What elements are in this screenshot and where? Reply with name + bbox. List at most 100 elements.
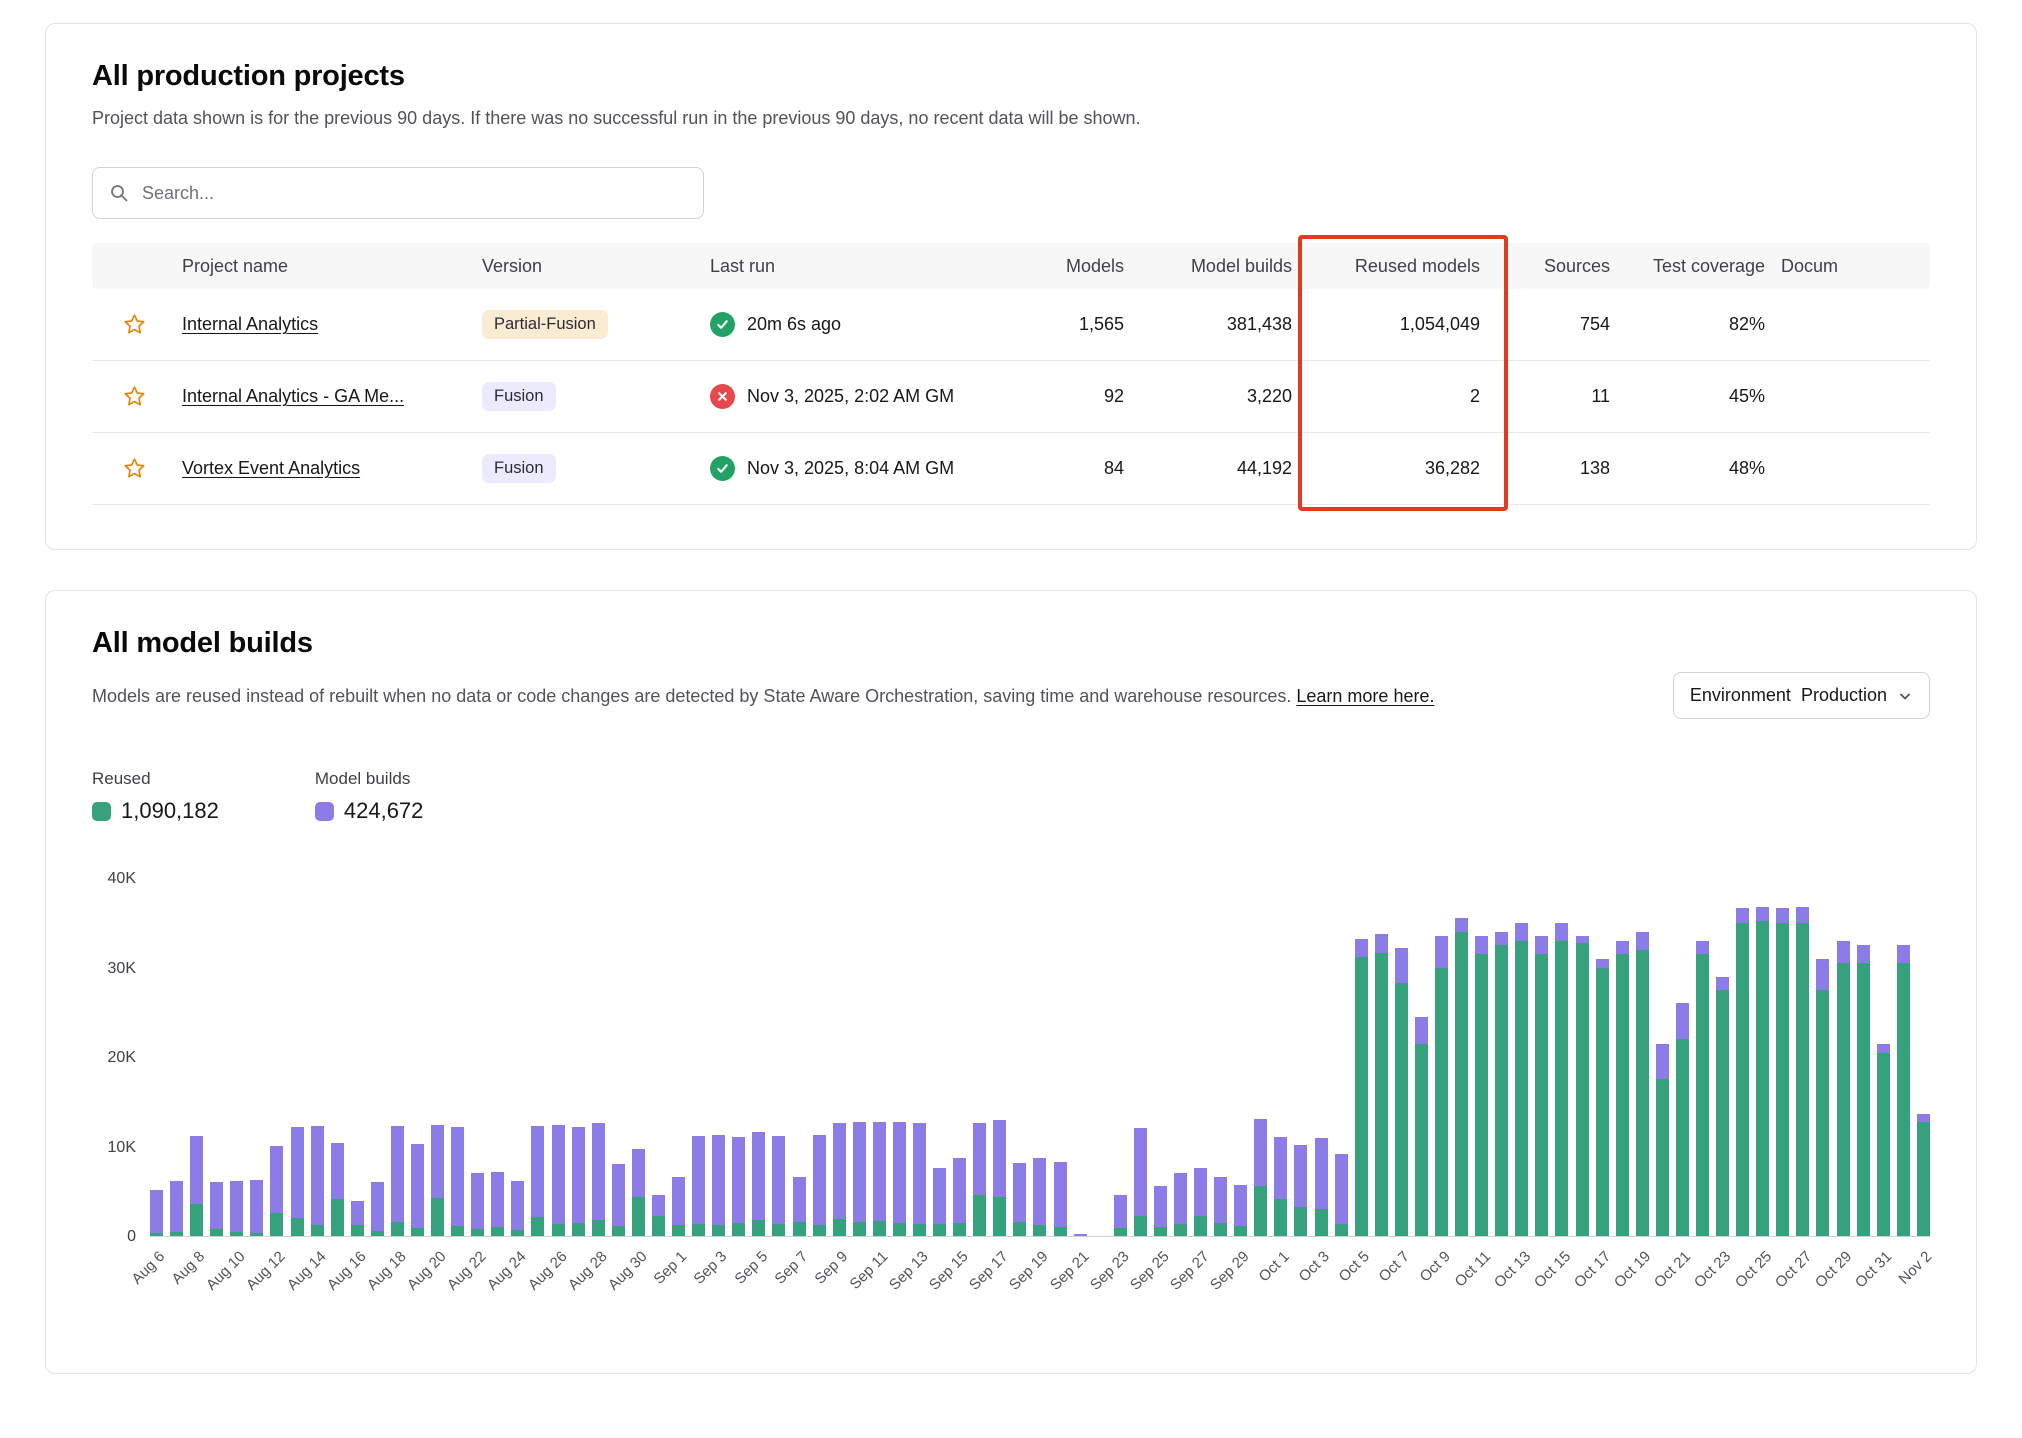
x-tick-label: Nov 2 bbox=[1896, 1248, 1936, 1288]
model-builds-segment bbox=[1174, 1173, 1187, 1225]
chart-y-axis: 010K20K30K40K bbox=[92, 879, 150, 1237]
x-tick-label: Aug 18 bbox=[364, 1248, 410, 1294]
reused-segment bbox=[1696, 954, 1709, 1236]
reused-segment bbox=[1837, 963, 1850, 1236]
model-builds-segment bbox=[1194, 1168, 1207, 1216]
reused-segment bbox=[371, 1231, 384, 1236]
reused-segment bbox=[1315, 1209, 1328, 1236]
bar-oct-27: Oct 27 bbox=[1796, 879, 1809, 1236]
last-run-cell: Nov 3, 2025, 2:02 AM GM bbox=[704, 384, 1014, 409]
y-tick-label: 40K bbox=[108, 870, 136, 888]
success-status-icon bbox=[710, 312, 735, 337]
col-model-builds: Model builds bbox=[1134, 256, 1302, 277]
reused-segment bbox=[692, 1224, 705, 1237]
model-builds-segment bbox=[1816, 959, 1829, 990]
bar-sep-12 bbox=[893, 879, 906, 1236]
bar-sep-27: Sep 27 bbox=[1194, 879, 1207, 1236]
version-cell: Fusion bbox=[476, 382, 704, 411]
reused-segment bbox=[1616, 954, 1629, 1236]
models-count: 1,565 bbox=[1014, 314, 1134, 335]
project-name-cell: Internal Analytics bbox=[176, 314, 476, 335]
search-input[interactable] bbox=[140, 182, 687, 205]
reused-segment bbox=[291, 1218, 304, 1236]
favorite-star[interactable] bbox=[92, 384, 176, 409]
reused-segment bbox=[170, 1232, 183, 1236]
bar-oct-12 bbox=[1495, 879, 1508, 1236]
bar-oct-24 bbox=[1736, 879, 1749, 1236]
sources-count: 138 bbox=[1490, 458, 1620, 479]
model-builds-segment bbox=[1616, 941, 1629, 954]
project-search[interactable] bbox=[92, 167, 704, 219]
model-builds-segment bbox=[531, 1126, 544, 1217]
x-tick-label: Sep 15 bbox=[926, 1248, 972, 1294]
learn-more-link[interactable]: Learn more here. bbox=[1296, 686, 1434, 706]
model-builds-count: 3,220 bbox=[1134, 386, 1302, 407]
star-icon[interactable] bbox=[122, 456, 147, 481]
search-icon bbox=[109, 183, 129, 203]
model-builds-segment bbox=[1033, 1158, 1046, 1225]
reused-segment bbox=[210, 1229, 223, 1236]
bar-oct-16 bbox=[1576, 879, 1589, 1236]
model-builds-segment bbox=[1596, 959, 1609, 968]
reused-segment bbox=[1274, 1199, 1287, 1236]
star-icon[interactable] bbox=[122, 312, 147, 337]
bar-sep-30 bbox=[1254, 879, 1267, 1236]
reused-segment bbox=[1214, 1223, 1227, 1236]
reused-segment bbox=[1455, 932, 1468, 1236]
reused-segment bbox=[552, 1224, 565, 1236]
reused-segment bbox=[732, 1223, 745, 1236]
x-tick-label: Sep 27 bbox=[1167, 1248, 1213, 1294]
bar-nov-2: Nov 2 bbox=[1917, 879, 1930, 1236]
model-builds-count: 44,192 bbox=[1134, 458, 1302, 479]
favorite-star[interactable] bbox=[92, 312, 176, 337]
builds-card-subtitle: Models are reused instead of rebuilt whe… bbox=[92, 683, 1434, 709]
model-builds-segment bbox=[632, 1149, 645, 1196]
reused-segment bbox=[1736, 923, 1749, 1236]
bar-oct-29: Oct 29 bbox=[1837, 879, 1850, 1236]
model-builds-segment bbox=[250, 1180, 263, 1233]
model-builds-segment bbox=[331, 1143, 344, 1198]
legend-builds-value: 424,672 bbox=[344, 798, 424, 824]
model-builds-segment bbox=[913, 1123, 926, 1223]
model-builds-count: 381,438 bbox=[1134, 314, 1302, 335]
model-builds-segment bbox=[1435, 936, 1448, 967]
reused-segment bbox=[1395, 983, 1408, 1236]
bar-oct-3: Oct 3 bbox=[1315, 879, 1328, 1236]
col-project-name: Project name bbox=[176, 256, 476, 277]
bar-sep-11: Sep 11 bbox=[873, 879, 886, 1236]
reused-segment bbox=[1234, 1226, 1247, 1236]
model-builds-segment bbox=[552, 1125, 565, 1224]
model-builds-segment bbox=[1736, 908, 1749, 923]
reused-segment bbox=[1294, 1207, 1307, 1237]
bar-oct-22 bbox=[1696, 879, 1709, 1236]
model-builds-segment bbox=[1636, 932, 1649, 950]
environment-dropdown[interactable]: Environment Production bbox=[1673, 672, 1930, 719]
model-builds-segment bbox=[190, 1136, 203, 1204]
reused-segment bbox=[471, 1229, 484, 1236]
model-builds-segment bbox=[1355, 939, 1368, 957]
x-tick-label: Sep 29 bbox=[1207, 1248, 1253, 1294]
favorite-star[interactable] bbox=[92, 456, 176, 481]
col-last-run: Last run bbox=[704, 256, 1014, 277]
project-link[interactable]: Internal Analytics bbox=[182, 314, 318, 334]
col-sources: Sources bbox=[1490, 256, 1620, 277]
bar-oct-4 bbox=[1335, 879, 1348, 1236]
model-builds-segment bbox=[291, 1127, 304, 1218]
bar-sep-2 bbox=[692, 879, 705, 1236]
model-builds-segment bbox=[672, 1177, 685, 1225]
bar-sep-25: Sep 25 bbox=[1154, 879, 1167, 1236]
bar-aug-29 bbox=[612, 879, 625, 1236]
star-icon[interactable] bbox=[122, 384, 147, 409]
bar-aug-8: Aug 8 bbox=[190, 879, 203, 1236]
reused-segment bbox=[1355, 957, 1368, 1236]
reused-segment bbox=[1013, 1222, 1026, 1236]
reused-segment bbox=[1776, 923, 1789, 1236]
x-tick-label: Oct 15 bbox=[1531, 1248, 1574, 1291]
version-badge: Fusion bbox=[482, 382, 556, 411]
reused-segment bbox=[933, 1224, 946, 1236]
x-tick-label: Oct 13 bbox=[1491, 1248, 1534, 1291]
project-link[interactable]: Vortex Event Analytics bbox=[182, 458, 360, 478]
table-row: Internal Analytics - GA Me... Fusion Nov 3… bbox=[92, 361, 1930, 433]
bar-aug-18: Aug 18 bbox=[391, 879, 404, 1236]
project-link[interactable]: Internal Analytics - GA Me... bbox=[182, 386, 404, 406]
